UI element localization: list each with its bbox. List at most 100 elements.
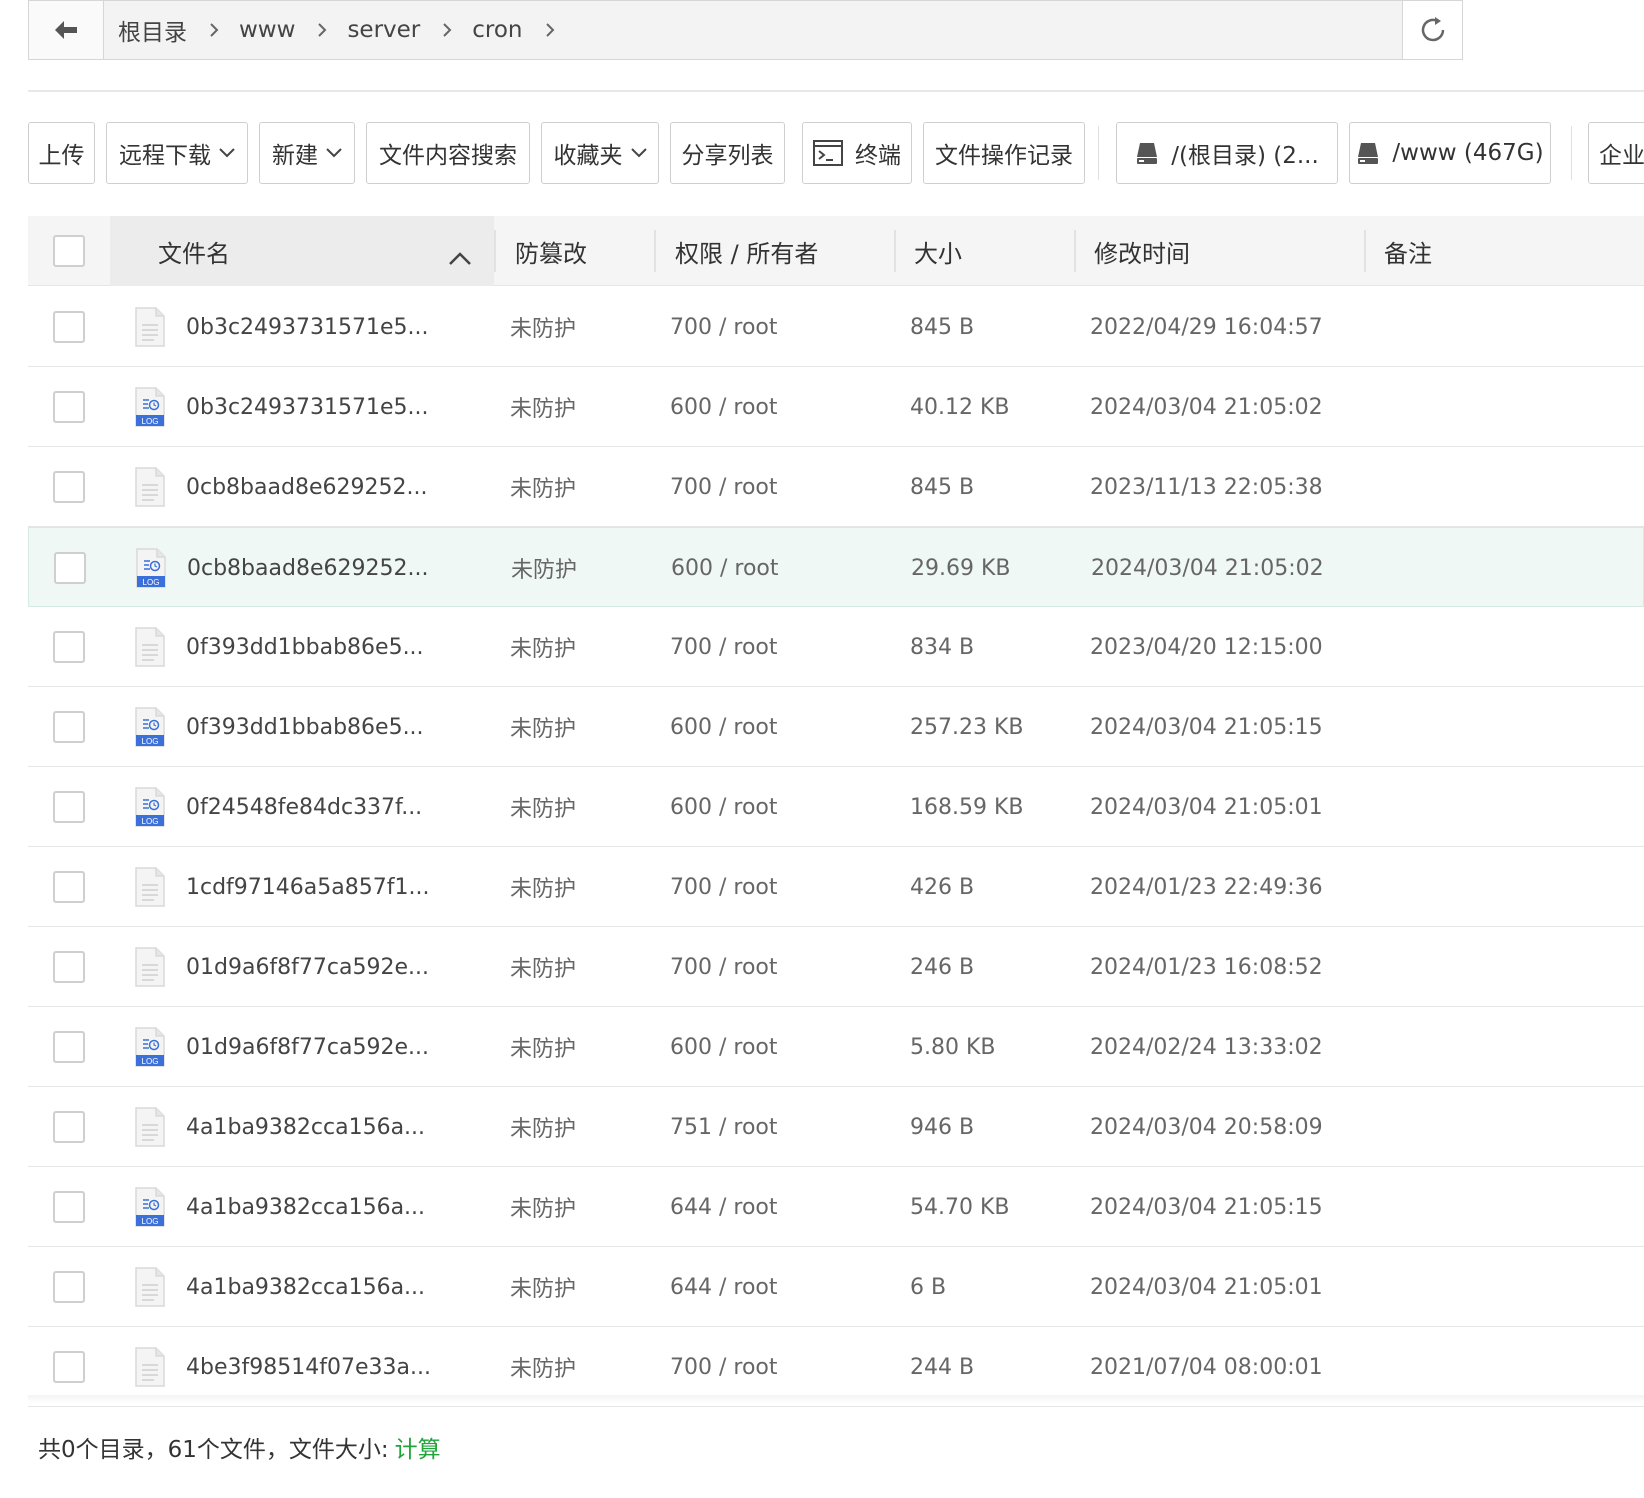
permission-owner[interactable]: 600 / root xyxy=(670,687,778,767)
row-checkbox[interactable] xyxy=(53,951,85,983)
file-name[interactable]: 0cb8baad8e629252... xyxy=(187,528,428,608)
file-name[interactable]: 0f24548fe84dc337f... xyxy=(186,767,422,847)
table-row[interactable]: LOG 0b3c2493731571e5... 未防护 600 / root 40.12… xyxy=(28,367,1644,447)
protect-status[interactable]: 未防护 xyxy=(510,927,576,1007)
column-size-header[interactable]: 大小 xyxy=(914,216,962,286)
row-checkbox[interactable] xyxy=(53,711,85,743)
table-row[interactable]: LOG 01d9a6f8f77ca592e... 未防护 600 / root 5.80… xyxy=(28,1007,1644,1087)
table-row[interactable]: 1cdf97146a5a857f1... 未防护 700 / root 426 B 20… xyxy=(28,847,1644,927)
row-checkbox-cell xyxy=(53,847,85,927)
content-search-button[interactable]: 文件内容搜索 xyxy=(366,122,530,184)
table-row[interactable]: LOG 0f393dd1bbab86e5... 未防护 600 / root 257.2… xyxy=(28,687,1644,767)
row-checkbox[interactable] xyxy=(54,552,86,584)
remote-download-button[interactable]: 远程下载 xyxy=(106,122,248,184)
terminal-button[interactable]: 终端 xyxy=(802,122,912,184)
file-name[interactable]: 4a1ba9382cca156a... xyxy=(186,1247,425,1327)
column-name-header[interactable]: 文件名 xyxy=(110,216,494,286)
breadcrumb-www[interactable]: www xyxy=(239,17,295,43)
protect-status[interactable]: 未防护 xyxy=(510,287,576,367)
new-label: 新建 xyxy=(272,143,318,169)
modified-time: 2024/03/04 21:05:02 xyxy=(1090,394,1323,420)
permission-owner[interactable]: 600 / root xyxy=(670,367,778,447)
table-row[interactable]: LOG 0f24548fe84dc337f... 未防护 600 / root 168.… xyxy=(28,767,1644,847)
permission-owner[interactable]: 700 / root xyxy=(670,607,778,687)
permission-owner[interactable]: 600 / root xyxy=(671,528,779,608)
row-checkbox[interactable] xyxy=(53,631,85,663)
row-checkbox[interactable] xyxy=(53,311,85,343)
table-row[interactable]: 0cb8baad8e629252... 未防护 700 / root 845 B 202… xyxy=(28,447,1644,527)
table-row[interactable]: 0b3c2493731571e5... 未防护 700 / root 845 B 202… xyxy=(28,287,1644,367)
new-button[interactable]: 新建 xyxy=(259,122,355,184)
permission-owner[interactable]: 644 / root xyxy=(670,1247,778,1327)
file-name[interactable]: 4a1ba9382cca156a... xyxy=(186,1087,425,1167)
chevron-right-icon[interactable] xyxy=(545,22,555,38)
table-row[interactable]: LOG 4a1ba9382cca156a... 未防护 644 / root 54.70… xyxy=(28,1167,1644,1247)
operation-log-button[interactable]: 文件操作记录 xyxy=(923,122,1085,184)
protect-status[interactable]: 未防护 xyxy=(510,447,576,527)
protect-status[interactable]: 未防护 xyxy=(510,847,576,927)
upload-button[interactable]: 上传 xyxy=(28,122,95,184)
file-name[interactable]: 0cb8baad8e629252... xyxy=(186,447,427,527)
file-name[interactable]: 0b3c2493731571e5... xyxy=(186,287,429,367)
protect-status[interactable]: 未防护 xyxy=(510,1007,576,1087)
permission-owner[interactable]: 751 / root xyxy=(670,1087,778,1167)
back-button[interactable] xyxy=(29,1,104,59)
protect-status[interactable]: 未防护 xyxy=(510,367,576,447)
disk-www-button[interactable]: /www (467G) xyxy=(1349,122,1551,184)
row-checkbox[interactable] xyxy=(53,391,85,423)
column-mtime-header[interactable]: 修改时间 xyxy=(1094,216,1190,286)
disk-root-button[interactable]: /(根目录) (2... xyxy=(1116,122,1338,184)
refresh-button[interactable] xyxy=(1402,1,1462,59)
table-row[interactable]: 4a1ba9382cca156a... 未防护 751 / root 946 B 202… xyxy=(28,1087,1644,1167)
file-name[interactable]: 0f393dd1bbab86e5... xyxy=(186,607,424,687)
permission-owner[interactable]: 700 / root xyxy=(670,287,778,367)
protect-status[interactable]: 未防护 xyxy=(510,767,576,847)
protect-status[interactable]: 未防护 xyxy=(510,1087,576,1167)
file-name[interactable]: 4a1ba9382cca156a... xyxy=(186,1167,425,1247)
row-checkbox[interactable] xyxy=(53,1351,85,1383)
row-checkbox-cell xyxy=(53,1167,85,1247)
breadcrumb-root[interactable]: 根目录 xyxy=(118,13,187,47)
file-name[interactable]: 01d9a6f8f77ca592e... xyxy=(186,927,429,1007)
row-checkbox[interactable] xyxy=(53,1271,85,1303)
row-checkbox[interactable] xyxy=(53,871,85,903)
select-all-cell xyxy=(53,216,85,286)
protect-status[interactable]: 未防护 xyxy=(510,687,576,767)
file-size: 845 B xyxy=(910,314,975,340)
breadcrumb-cron[interactable]: cron xyxy=(472,17,522,43)
row-checkbox[interactable] xyxy=(53,1111,85,1143)
table-row[interactable]: 01d9a6f8f77ca592e... 未防护 700 / root 246 B 20… xyxy=(28,927,1644,1007)
table-row[interactable]: LOG 0cb8baad8e629252... 未防护 600 / root 29.69… xyxy=(28,527,1644,607)
permission-owner[interactable]: 644 / root xyxy=(670,1167,778,1247)
permission-owner[interactable]: 600 / root xyxy=(670,767,778,847)
protect-status[interactable]: 未防护 xyxy=(510,1247,576,1327)
row-checkbox[interactable] xyxy=(53,791,85,823)
breadcrumb-server[interactable]: server xyxy=(347,17,420,43)
file-name[interactable]: 0b3c2493731571e5... xyxy=(186,367,429,447)
column-perm-header[interactable]: 权限 / 所有者 xyxy=(675,216,818,286)
file-name[interactable]: 01d9a6f8f77ca592e... xyxy=(186,1007,429,1087)
file-name[interactable]: 1cdf97146a5a857f1... xyxy=(186,847,429,927)
column-protect-header[interactable]: 防篡改 xyxy=(515,216,587,286)
file-name[interactable]: 0f393dd1bbab86e5... xyxy=(186,687,424,767)
table-row[interactable]: 4a1ba9382cca156a... 未防护 644 / root 6 B 2024/… xyxy=(28,1247,1644,1327)
protect-status[interactable]: 未防护 xyxy=(510,1167,576,1247)
file-list: 0b3c2493731571e5... 未防护 700 / root 845 B 202… xyxy=(28,287,1644,1407)
protect-status[interactable]: 未防护 xyxy=(510,607,576,687)
permission-owner[interactable]: 600 / root xyxy=(670,1007,778,1087)
permission-owner[interactable]: 700 / root xyxy=(670,927,778,1007)
permission-owner[interactable]: 700 / root xyxy=(670,447,778,527)
enterprise-label: 企业 xyxy=(1599,143,1644,169)
row-checkbox[interactable] xyxy=(53,471,85,503)
select-all-checkbox[interactable] xyxy=(53,235,85,267)
table-row[interactable]: 0f393dd1bbab86e5... 未防护 700 / root 834 B 202… xyxy=(28,607,1644,687)
permission-owner[interactable]: 700 / root xyxy=(670,847,778,927)
modified-time: 2024/03/04 21:05:02 xyxy=(1091,555,1324,581)
share-list-button[interactable]: 分享列表 xyxy=(670,122,785,184)
row-checkbox[interactable] xyxy=(53,1191,85,1223)
enterprise-button[interactable]: 企业 xyxy=(1588,122,1644,184)
calculate-size-link[interactable]: 计算 xyxy=(395,1430,441,1464)
row-checkbox[interactable] xyxy=(53,1031,85,1063)
favorites-button[interactable]: 收藏夹 xyxy=(541,122,659,184)
protect-status[interactable]: 未防护 xyxy=(511,528,577,608)
